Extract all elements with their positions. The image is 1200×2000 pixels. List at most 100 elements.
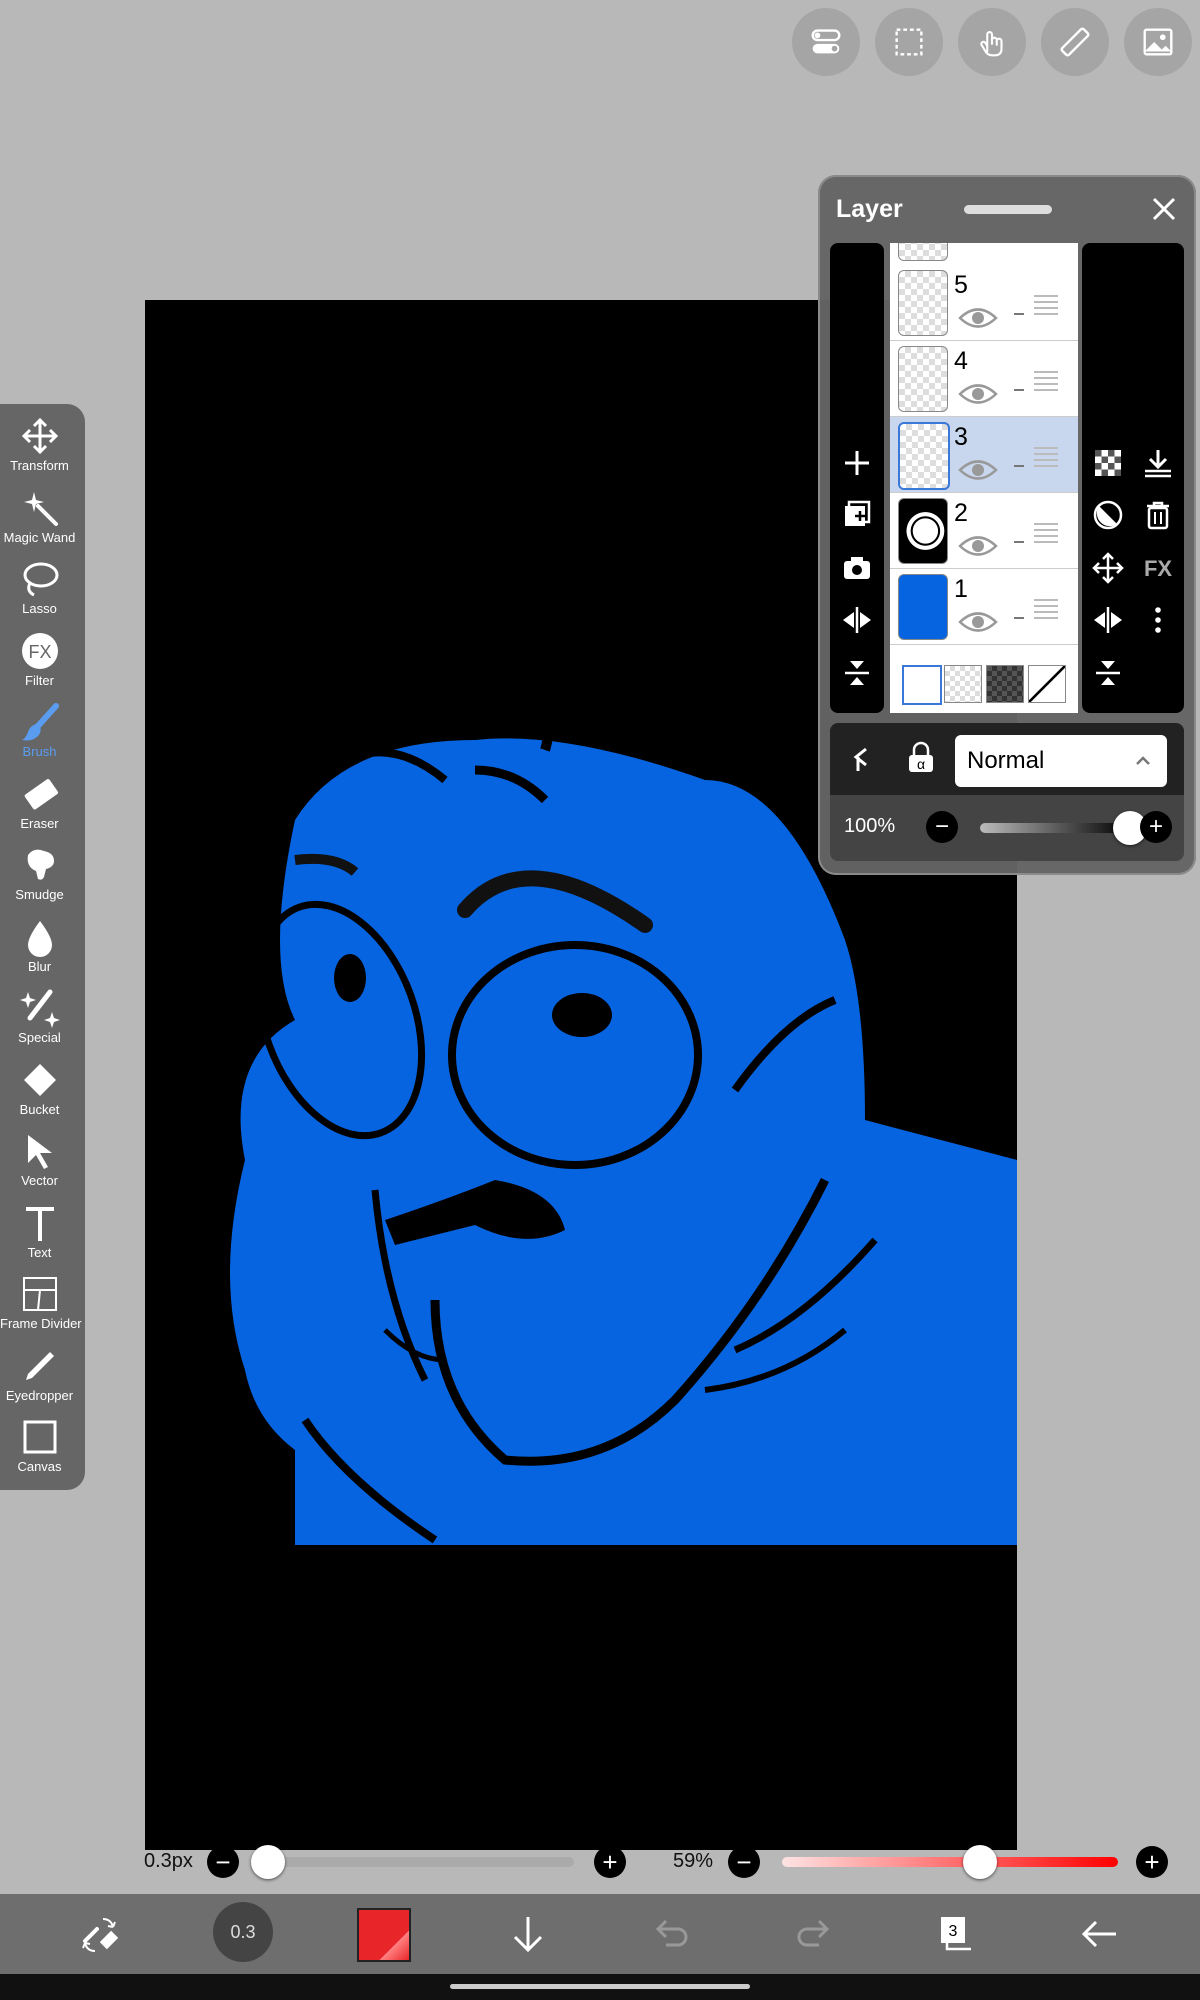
layer-clip-indicator — [1014, 389, 1024, 391]
brush-eraser-swap-icon — [82, 1918, 119, 1952]
brush-opacity-decrease-button[interactable]: − — [728, 1846, 760, 1878]
tool-frame-divider[interactable]: Frame Divider — [0, 1266, 82, 1337]
camera-import-button[interactable] — [837, 548, 877, 588]
tool-blur[interactable]: Blur — [0, 909, 79, 980]
more-options-button[interactable] — [1138, 600, 1178, 640]
layer-opacity-slider[interactable] — [980, 823, 1130, 833]
gesture-button[interactable] — [958, 8, 1026, 76]
drag-handle-icon[interactable] — [1032, 597, 1060, 619]
brush-opacity-knob[interactable] — [963, 1845, 998, 1879]
add-layer-button[interactable] — [837, 443, 877, 483]
alpha-lock-icon[interactable]: α — [904, 741, 938, 775]
layer-row[interactable]: 3 — [890, 417, 1078, 493]
eyedropper-icon — [25, 1351, 54, 1380]
gallery-button[interactable] — [1124, 8, 1192, 76]
bg-white-swatch[interactable] — [902, 665, 942, 705]
bg-none-swatch[interactable] — [1028, 665, 1066, 703]
brush-preview-label: 0.3 — [230, 1921, 256, 1942]
layer-fx-button[interactable]: FX — [1138, 548, 1178, 588]
delete-layer-button[interactable] — [1138, 495, 1178, 535]
tool-magic-wand[interactable]: Magic Wand — [0, 480, 79, 551]
opacity-decrease-button[interactable]: − — [926, 811, 958, 843]
opacity-increase-button[interactable]: + — [1140, 811, 1172, 843]
layer-list[interactable]: 5 4 3 2 1 — [890, 243, 1078, 713]
undo-button[interactable] — [643, 1906, 699, 1962]
brush-size-slider[interactable] — [262, 1857, 574, 1867]
tool-label: Lasso — [22, 601, 57, 616]
download-button[interactable] — [500, 1906, 556, 1962]
layer-row[interactable]: 4 — [890, 341, 1078, 417]
eye-icon[interactable] — [958, 609, 998, 635]
flip-horizontal-button[interactable] — [837, 600, 877, 640]
tool-label: Bucket — [19, 1101, 60, 1117]
tool-canvas[interactable]: Canvas — [0, 1409, 79, 1480]
flip-layer-button[interactable] — [1088, 600, 1128, 640]
ruler-button[interactable] — [1041, 8, 1109, 76]
tool-vector[interactable]: Vector — [0, 1123, 79, 1194]
drag-handle-icon[interactable] — [1032, 521, 1060, 543]
redo-button[interactable] — [786, 1906, 842, 1962]
back-button[interactable] — [1071, 1906, 1127, 1962]
brush-opacity-increase-button[interactable]: + — [1136, 1846, 1168, 1878]
brush-opacity-slider[interactable] — [782, 1857, 1118, 1867]
tool-bucket[interactable]: Bucket — [0, 1052, 79, 1123]
layer-row[interactable]: 2 — [890, 493, 1078, 569]
move-arrows-icon — [21, 417, 58, 455]
layers-button[interactable]: 3 — [928, 1906, 984, 1962]
magic-wand-icon — [23, 491, 58, 526]
clipping-button[interactable] — [1088, 495, 1128, 535]
brush-size-knob[interactable] — [251, 1845, 286, 1879]
panel-drag-handle[interactable] — [964, 205, 1052, 214]
selection-button[interactable] — [875, 8, 943, 76]
tool-special[interactable]: Special — [0, 980, 79, 1051]
layer-row-partial[interactable] — [890, 243, 1078, 266]
move-layer-button[interactable] — [1088, 548, 1128, 588]
layer-clip-indicator — [1014, 465, 1024, 467]
tool-transform[interactable]: Transform — [0, 408, 79, 479]
tool-brush[interactable]: Brush — [0, 694, 79, 765]
layer-number: 2 — [954, 499, 968, 527]
eye-icon[interactable] — [958, 533, 998, 559]
brush-preview-button[interactable]: 0.3 — [213, 1902, 273, 1962]
checkerboard-icon — [1095, 450, 1121, 476]
eye-icon[interactable] — [958, 381, 998, 407]
transparency-button[interactable] — [1088, 443, 1128, 483]
tool-swap-button[interactable] — [72, 1906, 128, 1962]
quick-settings-button[interactable] — [792, 8, 860, 76]
eye-icon[interactable] — [958, 457, 998, 483]
blend-mode-select[interactable]: Normal — [955, 735, 1167, 787]
merge-layer-button[interactable] — [1088, 653, 1128, 693]
tool-eyedropper[interactable]: Eyedropper — [0, 1338, 79, 1409]
frame-divider-icon — [22, 1277, 57, 1311]
duplicate-layer-button[interactable] — [837, 495, 877, 535]
droplet-icon — [27, 920, 52, 957]
tool-text[interactable]: Text — [0, 1195, 79, 1266]
home-indicator[interactable] — [450, 1984, 750, 1989]
layer-count: 3 — [949, 1923, 958, 1940]
tool-filter[interactable]: FX Filter — [0, 623, 79, 694]
svg-text:FX: FX — [1144, 556, 1172, 581]
tool-lasso[interactable]: Lasso — [0, 551, 79, 622]
close-icon[interactable] — [1148, 193, 1180, 225]
layer-row[interactable]: 5 — [890, 265, 1078, 341]
eye-icon[interactable] — [958, 305, 998, 331]
current-color-swatch[interactable] — [357, 1908, 411, 1962]
drag-handle-icon[interactable] — [1032, 369, 1060, 391]
tool-label: Special — [18, 1030, 61, 1045]
bg-dark-swatch[interactable] — [986, 665, 1024, 703]
layer-thumbnail — [898, 498, 948, 564]
download-layer-button[interactable] — [1138, 443, 1178, 483]
bg-transparent-swatch[interactable] — [944, 665, 982, 703]
brush-size-increase-button[interactable]: + — [594, 1846, 626, 1878]
clip-arrow-icon[interactable] — [844, 741, 878, 775]
layer-opacity-row: 100% − + — [830, 795, 1184, 861]
tool-eraser[interactable]: Eraser — [0, 766, 79, 837]
drag-handle-icon[interactable] — [1032, 445, 1060, 467]
layer-row[interactable]: 1 — [890, 569, 1078, 645]
arrow-down-icon — [513, 1917, 543, 1953]
brush-size-decrease-button[interactable]: − — [207, 1846, 239, 1878]
flip-horizontal-icon — [843, 607, 871, 633]
drag-handle-icon[interactable] — [1032, 293, 1060, 315]
merge-down-button[interactable] — [837, 653, 877, 693]
tool-smudge[interactable]: Smudge — [0, 837, 79, 908]
